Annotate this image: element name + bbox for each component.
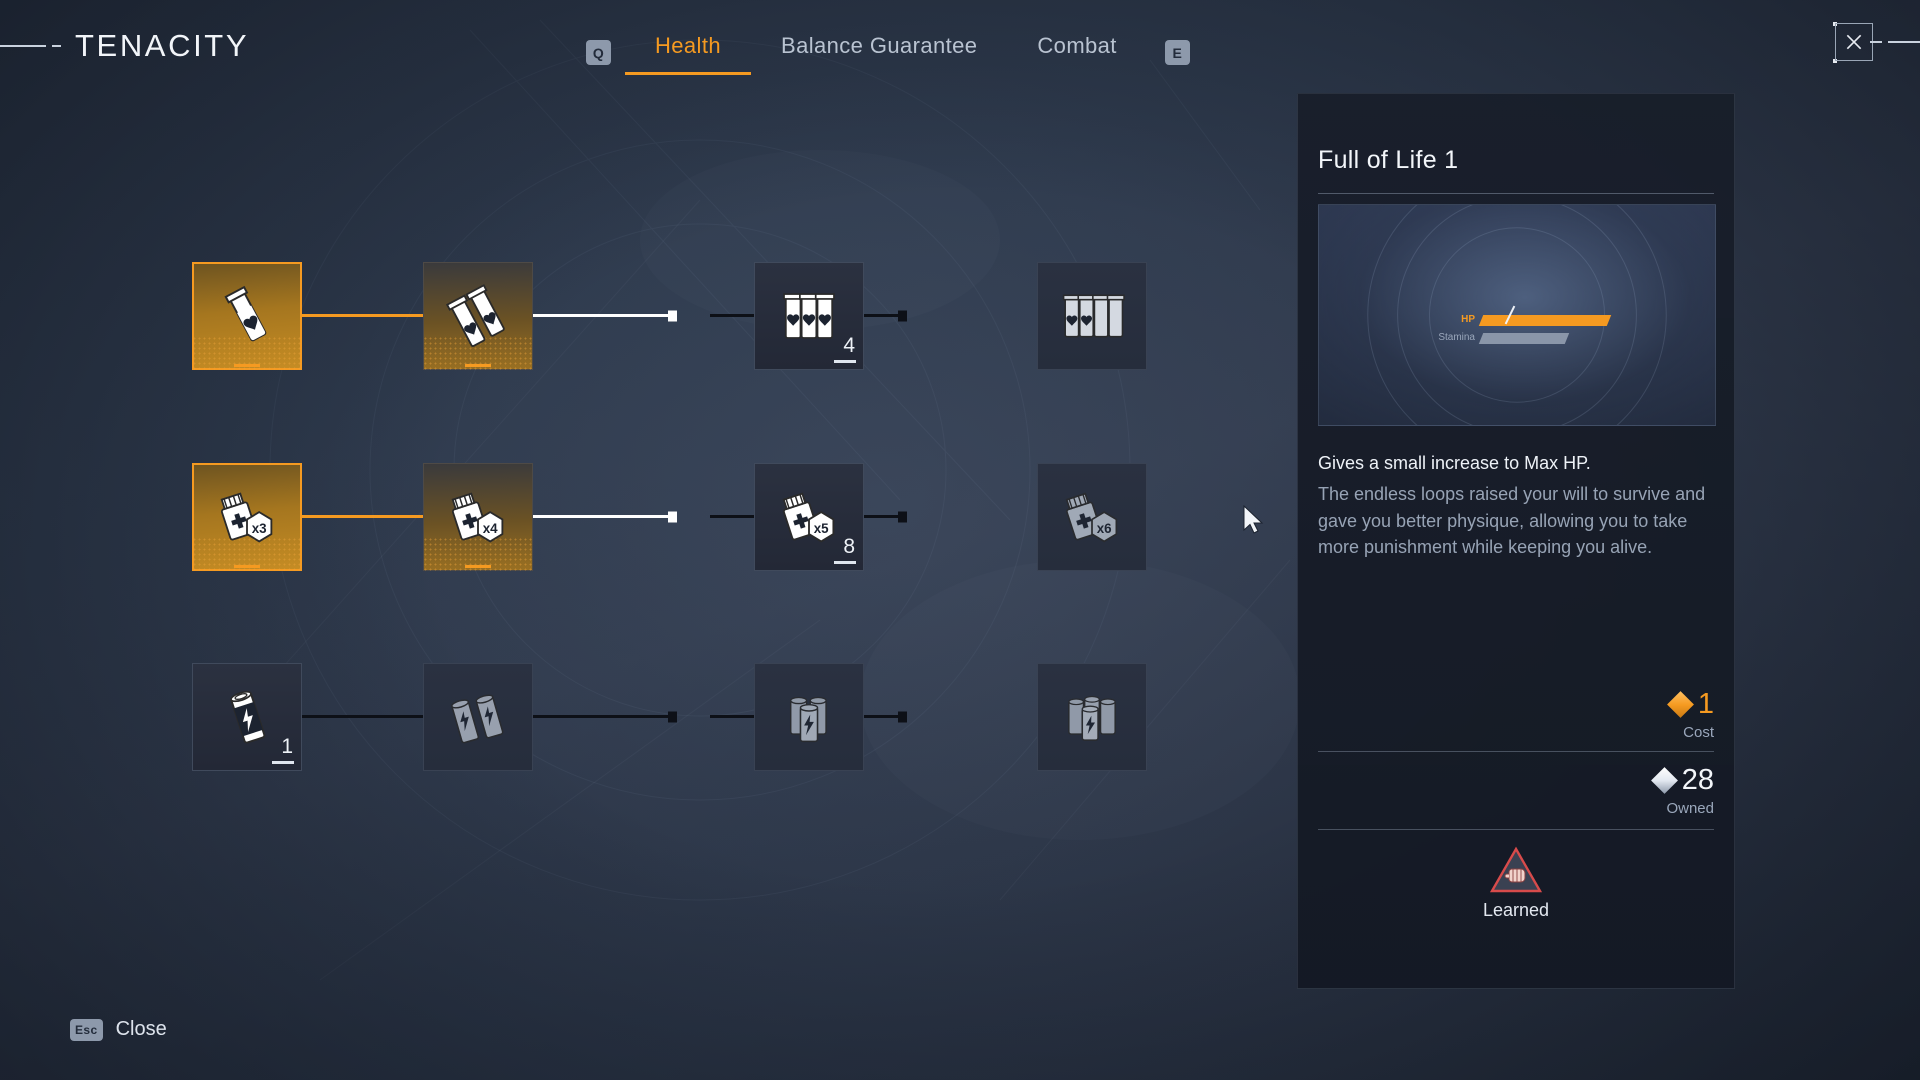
skill-node-vial-1[interactable]: [192, 262, 302, 370]
footer-close-label: Close: [115, 1018, 167, 1040]
skill-node-battery-3[interactable]: [754, 663, 864, 771]
svg-text:x5: x5: [814, 521, 829, 536]
skill-node-medkit-x4[interactable]: x4: [423, 463, 533, 571]
svg-text:x6: x6: [1097, 521, 1112, 536]
skill-node-medkit-x5[interactable]: x5 8: [754, 463, 864, 571]
skill-title: Full of Life 1: [1318, 146, 1459, 174]
vial-4-icon: [1053, 277, 1131, 355]
close-rule: [1888, 41, 1920, 43]
preview-stamina-bar: [1478, 332, 1570, 344]
skill-cost-value-line: 1: [1666, 688, 1714, 720]
skill-row-health-vial: 4: [0, 262, 1147, 370]
skill-node-vial-3[interactable]: 4: [754, 262, 864, 370]
skill-cost-caption: Cost: [1683, 724, 1714, 741]
mouse-cursor: [1243, 505, 1264, 534]
preview-hp-bar: [1478, 314, 1612, 326]
link-cap-r2-2: [668, 511, 677, 523]
skill-node-vial-2[interactable]: [423, 262, 533, 370]
skill-status-label: Learned: [1482, 900, 1550, 920]
skill-owned-group: 28 Owned: [1650, 764, 1714, 817]
skill-owned-caption: Owned: [1666, 800, 1714, 817]
skill-owned-value-line: 28: [1650, 764, 1714, 796]
panel-divider-top: [1318, 193, 1714, 194]
skill-cost-group: 1 Cost: [1666, 688, 1714, 741]
medkit-x4-icon: x4: [439, 478, 517, 556]
skill-row-medkit: x3 x4 x5 8 x6: [0, 463, 1147, 571]
skill-node-medkit-x3[interactable]: x3: [192, 463, 302, 571]
preview-stat-bars: HP Stamina: [1431, 313, 1612, 349]
link-cap-r1-2: [668, 310, 677, 322]
preview-stamina-label: Stamina: [1438, 332, 1475, 343]
skill-description-flavor: The endless loops raised your will to su…: [1318, 484, 1706, 558]
vial-3-icon: [770, 277, 848, 355]
node-progress-bar: [465, 565, 491, 568]
skill-tree: 4 x3 x4 x5 8 x6 1: [0, 0, 1290, 1080]
skill-node-vial-4[interactable]: [1037, 262, 1147, 370]
node-count-label: 4: [843, 334, 855, 357]
link-cap-r1-3: [898, 310, 907, 322]
medkit-x6-icon: x6: [1053, 478, 1131, 556]
skill-node-battery-2[interactable]: [423, 663, 533, 771]
vial-2-icon: [439, 277, 517, 355]
preview-stamina-row: Stamina: [1431, 331, 1609, 345]
panel-divider-bottom: [1318, 829, 1714, 830]
footer-close-action[interactable]: Esc Close: [70, 1018, 167, 1041]
skill-node-battery-4[interactable]: [1037, 663, 1147, 771]
skill-status-badge: Learned: [1298, 846, 1734, 921]
link-cap-r2-3: [898, 511, 907, 523]
vial-1-icon: [208, 277, 286, 355]
skill-node-battery-1[interactable]: 1: [192, 663, 302, 771]
link-cap-r3-2: [668, 711, 677, 723]
panel-divider-middle: [1318, 751, 1714, 752]
skill-node-medkit-x6[interactable]: x6: [1037, 463, 1147, 571]
link-cap-r3-3: [898, 711, 907, 723]
preview-hp-row: HP: [1431, 313, 1612, 327]
fist-triangle-icon: [1489, 846, 1543, 893]
node-count-underline: [834, 360, 856, 363]
skill-owned-value: 28: [1681, 764, 1714, 796]
battery-3-icon: [770, 678, 848, 756]
node-progress-bar: [465, 364, 491, 367]
skill-description: Gives a small increase to Max HP. The en…: [1318, 450, 1714, 561]
currency-diamond-owned-icon: [1650, 767, 1678, 794]
preview-hp-label: HP: [1461, 314, 1475, 325]
battery-4-icon: [1053, 678, 1131, 756]
node-progress-bar: [234, 364, 260, 367]
medkit-x5-icon: x5: [770, 478, 848, 556]
skill-preview-image: HP Stamina: [1318, 204, 1716, 426]
close-x-icon: [1846, 34, 1862, 50]
node-count-label: 8: [843, 535, 855, 558]
node-count-label: 1: [281, 735, 293, 758]
svg-text:x4: x4: [483, 521, 498, 536]
skill-row-battery: 1: [0, 663, 1147, 771]
battery-2-icon: [439, 678, 517, 756]
svg-text:x3: x3: [252, 521, 267, 536]
node-progress-bar: [234, 565, 260, 568]
close-tick: [1870, 41, 1882, 43]
node-count-underline: [272, 761, 294, 764]
skill-cost-value: 1: [1697, 688, 1714, 720]
skill-description-main: Gives a small increase to Max HP.: [1318, 453, 1591, 473]
currency-diamond-icon: [1666, 691, 1694, 718]
skill-detail-panel: Full of Life 1 HP Stamina Gives a small …: [1297, 93, 1735, 989]
node-count-underline: [834, 561, 856, 564]
medkit-x3-icon: x3: [208, 478, 286, 556]
esc-keycap[interactable]: Esc: [70, 1018, 103, 1041]
battery-1-icon: [208, 678, 286, 756]
close-button[interactable]: [1835, 23, 1873, 61]
